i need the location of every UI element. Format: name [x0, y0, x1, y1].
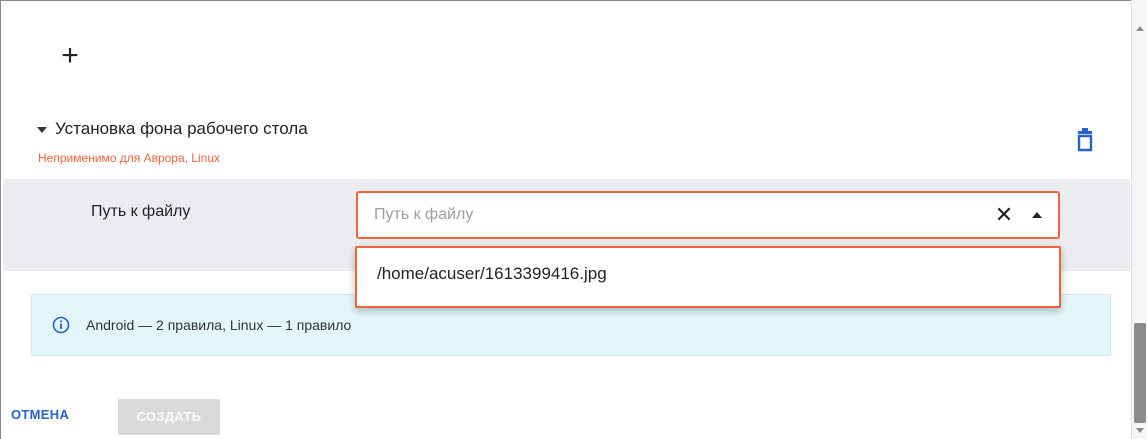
dropdown-menu: /home/acuser/1613399416.jpg [355, 246, 1061, 308]
section-title: Установка фона рабочего стола [55, 119, 308, 138]
add-icon[interactable]: + [59, 41, 81, 71]
section-warning: Неприменимо для Аврора, Linux [38, 151, 220, 165]
caret-down-icon[interactable] [37, 127, 47, 133]
dialog: + Установка фона рабочего стола Непримен… [0, 0, 1131, 439]
trash-icon[interactable] [1076, 128, 1094, 152]
scroll-thumb[interactable] [1134, 323, 1146, 423]
info-text: Android — 2 правила, Linux — 1 правило [86, 317, 352, 333]
cancel-button[interactable]: ОТМЕНА [11, 407, 69, 422]
create-button[interactable]: СОЗДАТЬ [118, 399, 220, 435]
select-placeholder: Путь к файлу [374, 206, 474, 223]
dropdown-option[interactable]: /home/acuser/1613399416.jpg [377, 264, 607, 284]
field-label: Путь к файлу [91, 203, 191, 220]
caret-up-icon[interactable] [1032, 212, 1042, 218]
scroll-up-icon[interactable] [1136, 26, 1144, 31]
dialog-footer: ОТМЕНА СОЗДАТЬ [1, 399, 1132, 439]
vertical-scrollbar[interactable] [1131, 0, 1147, 439]
scroll-down-icon[interactable] [1136, 428, 1144, 433]
clear-icon[interactable]: ✕ [994, 203, 1014, 227]
section-header[interactable]: Установка фона рабочего стола [37, 117, 308, 141]
info-icon [52, 316, 70, 334]
file-path-select[interactable]: Путь к файлу ✕ [356, 191, 1060, 239]
